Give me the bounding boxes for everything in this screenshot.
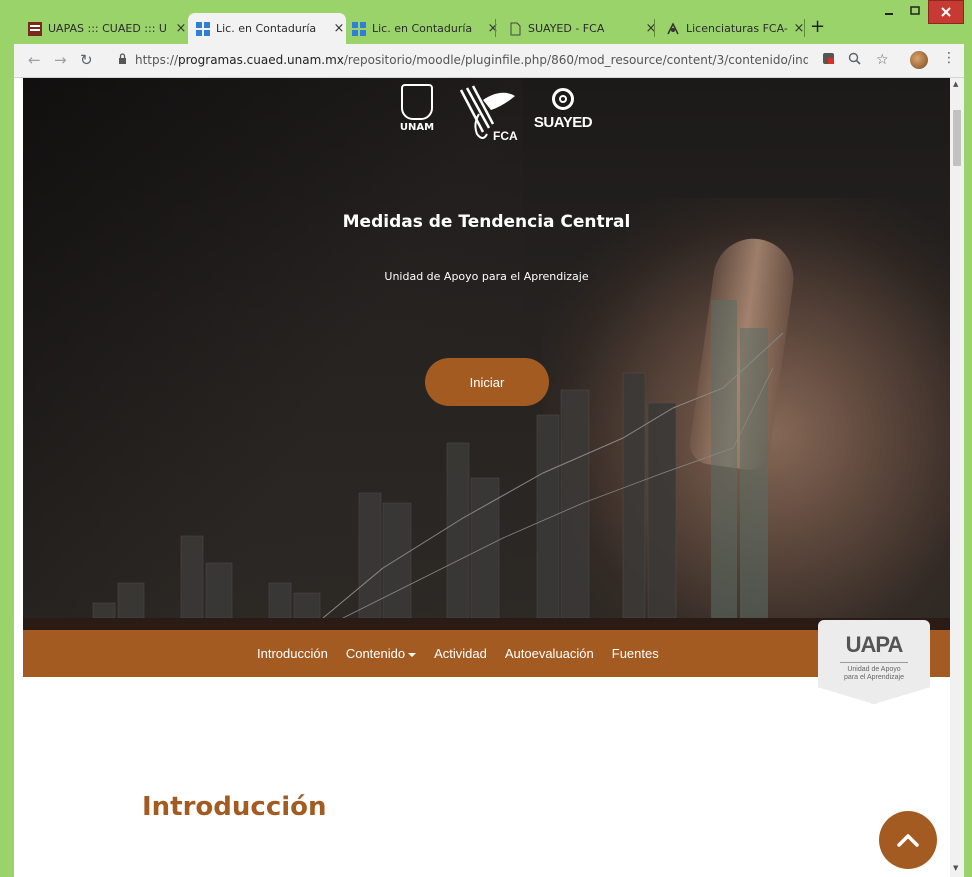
grid-icon <box>196 21 210 36</box>
browser-window: UAPAS ::: CUAED ::: U × Lic. en Contadur… <box>14 0 964 877</box>
new-tab-button[interactable]: + <box>810 16 825 37</box>
url-prefix: https:// <box>135 53 179 67</box>
page-viewport: UNAM FCA SUAYED Medidas de Tendencia Cen… <box>14 78 950 877</box>
chevron-up-icon <box>897 834 919 847</box>
nav-item-autoevaluacion[interactable]: Autoevaluación <box>505 646 594 661</box>
profile-avatar[interactable] <box>910 51 928 69</box>
forward-icon[interactable]: → <box>54 51 67 69</box>
tab-lic-contaduria-active[interactable]: Lic. en Contaduría × <box>188 13 346 44</box>
tab-label: UAPAS ::: CUAED ::: U <box>48 22 167 35</box>
menu-kebab-icon[interactable]: ⋮ <box>942 50 956 66</box>
nav-item-contenido[interactable]: Contenido <box>345 646 417 661</box>
tab-separator <box>804 19 805 37</box>
fca-icon <box>666 21 680 36</box>
tab-close-icon[interactable]: × <box>332 21 346 36</box>
suayed-logo: SUAYED <box>523 88 603 144</box>
nav-item-fuentes[interactable]: Fuentes <box>612 646 659 661</box>
tab-close-icon[interactable]: × <box>644 21 658 36</box>
section-heading-introduccion: Introducción <box>142 792 327 822</box>
hero-background-chart <box>92 300 784 618</box>
tab-suayed-fca[interactable]: SUAYED - FCA × <box>504 13 658 44</box>
svg-text:FCA: FCA <box>493 129 518 143</box>
tab-close-icon[interactable]: × <box>486 21 500 36</box>
uapa-badge: UAPA Unidad de Apoyo para el Aprendizaje <box>818 620 930 704</box>
reload-icon[interactable]: ↻ <box>80 51 93 69</box>
nav-item-label: Contenido <box>345 646 406 661</box>
page-scrollbar[interactable]: ▲ ▼ <box>950 78 964 877</box>
zoom-icon[interactable] <box>848 52 861 69</box>
hero-section: UNAM FCA SUAYED Medidas de Tendencia Cen… <box>23 78 950 618</box>
lock-icon <box>118 53 127 67</box>
tab-label: Lic. en Contaduría <box>372 22 473 35</box>
scroll-up-arrow-icon[interactable]: ▲ <box>953 80 958 88</box>
caret-down-icon <box>408 652 417 657</box>
unam-logo: UNAM <box>397 84 437 144</box>
tab-label: Licenciaturas FCA-UN <box>686 22 788 35</box>
uapa-logo: UAPA <box>845 632 904 657</box>
fca-logo: FCA <box>459 85 518 143</box>
grid-icon <box>352 21 366 36</box>
badge-divider <box>840 662 908 663</box>
back-icon[interactable]: ← <box>28 51 41 69</box>
browser-toolbar: ← → ↻ https://programas.cuaed.unam.mx/re… <box>14 44 964 78</box>
hero-subtitle: Unidad de Apoyo para el Aprendizaje <box>384 270 589 283</box>
minimize-button[interactable] <box>876 0 902 22</box>
nav-top-border <box>23 618 950 630</box>
back-to-top-button[interactable] <box>879 811 937 869</box>
uapa-tagline: Unidad de Apoyo para el Aprendizaje <box>844 666 904 681</box>
tab-label: SUAYED - FCA <box>528 22 605 35</box>
tab-close-icon[interactable]: × <box>174 21 188 36</box>
scroll-down-arrow-icon[interactable]: ▼ <box>953 864 958 872</box>
maximize-button[interactable] <box>902 0 928 22</box>
tab-licenciaturas-fca[interactable]: Licenciaturas FCA-UN × <box>662 13 806 44</box>
tab-lic-contaduria[interactable]: Lic. en Contaduría × <box>348 13 500 44</box>
nav-links: Introducción Contenido Actividad Autoeva… <box>257 630 677 677</box>
url-host: programas.cuaed.unam.mx <box>178 53 344 67</box>
url-path: /repositorio/moodle/pluginfile.php/860/m… <box>343 53 808 67</box>
tab-uapas[interactable]: UAPAS ::: CUAED ::: U × <box>24 13 188 44</box>
main-nav: Introducción Contenido Actividad Autoeva… <box>23 630 950 677</box>
nav-item-introduccion[interactable]: Introducción <box>257 646 328 661</box>
tab-separator <box>654 19 655 37</box>
extension-shield-icon[interactable] <box>822 52 835 69</box>
nav-item-actividad[interactable]: Actividad <box>434 646 487 661</box>
tab-label: Lic. en Contaduría <box>216 22 317 35</box>
hero-title: Medidas de Tendencia Central <box>342 212 631 232</box>
address-bar[interactable]: https://programas.cuaed.unam.mx/reposito… <box>106 48 808 72</box>
tab-separator <box>495 19 496 37</box>
iniciar-button[interactable]: Iniciar <box>425 358 549 406</box>
window-close-button[interactable] <box>928 0 964 24</box>
tab-strip: UAPAS ::: CUAED ::: U × Lic. en Contadur… <box>14 0 964 44</box>
uapas-icon <box>28 21 42 36</box>
page-icon <box>508 22 522 36</box>
institution-logos: UNAM FCA SUAYED <box>373 84 613 146</box>
bookmark-star-icon[interactable]: ☆ <box>876 52 889 68</box>
scrollbar-thumb[interactable] <box>953 110 961 166</box>
